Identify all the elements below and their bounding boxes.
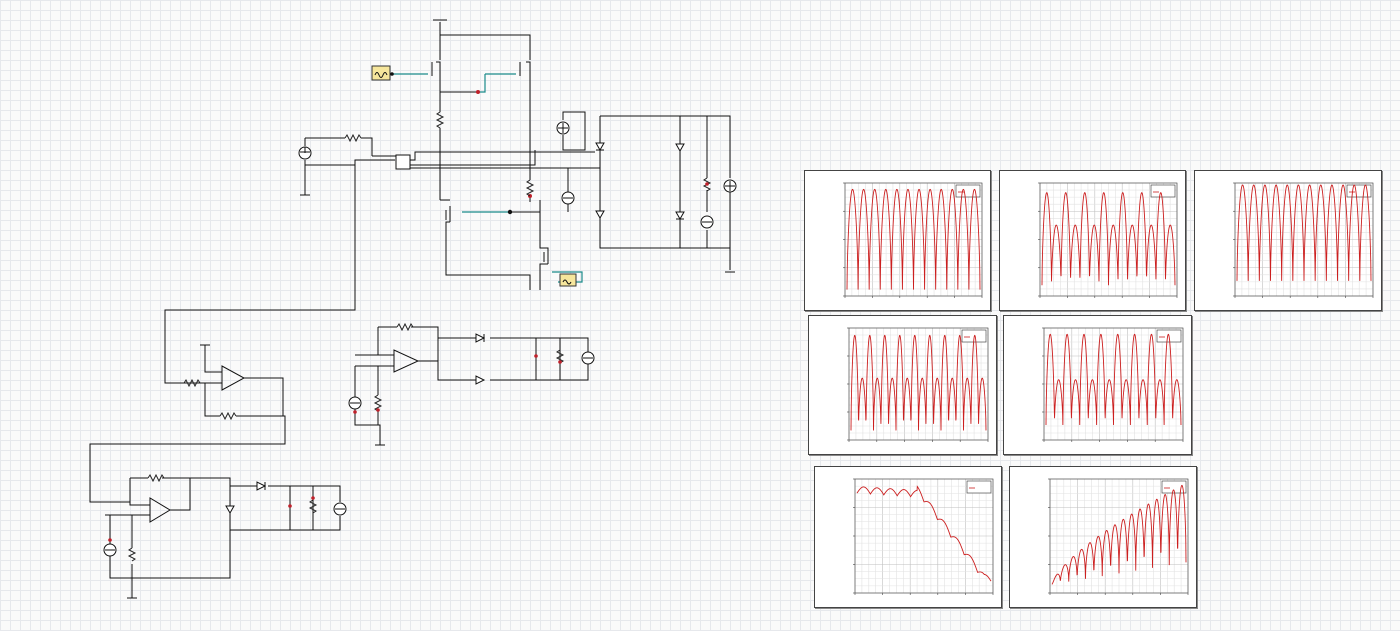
mid-amplifier [348, 322, 595, 446]
scope-panel[interactable] [804, 170, 991, 311]
bottom-stage [103, 473, 347, 599]
plot-grid [1049, 478, 1189, 594]
scope-panel[interactable] [1009, 466, 1197, 608]
scope-plot [1004, 316, 1191, 454]
diode-icon [225, 142, 685, 515]
scope-plot [1010, 467, 1196, 607]
scope-panel[interactable] [808, 315, 997, 455]
plot-grid [854, 478, 994, 594]
circuit-schematic [89, 19, 737, 599]
scope-plot [805, 171, 990, 310]
scope-plot [1000, 171, 1185, 310]
rectifier-bridge [556, 111, 737, 273]
input-network [164, 133, 600, 384]
legend-box [966, 480, 992, 494]
scope-plot [815, 467, 1001, 607]
scope-panel[interactable] [814, 466, 1002, 608]
scope-panel[interactable] [1003, 315, 1192, 455]
scope-panel[interactable] [999, 170, 1186, 311]
scope-panel[interactable] [1194, 170, 1382, 311]
scope-plot [1195, 171, 1381, 310]
legend-box [1150, 184, 1176, 198]
scope-plot [809, 316, 996, 454]
